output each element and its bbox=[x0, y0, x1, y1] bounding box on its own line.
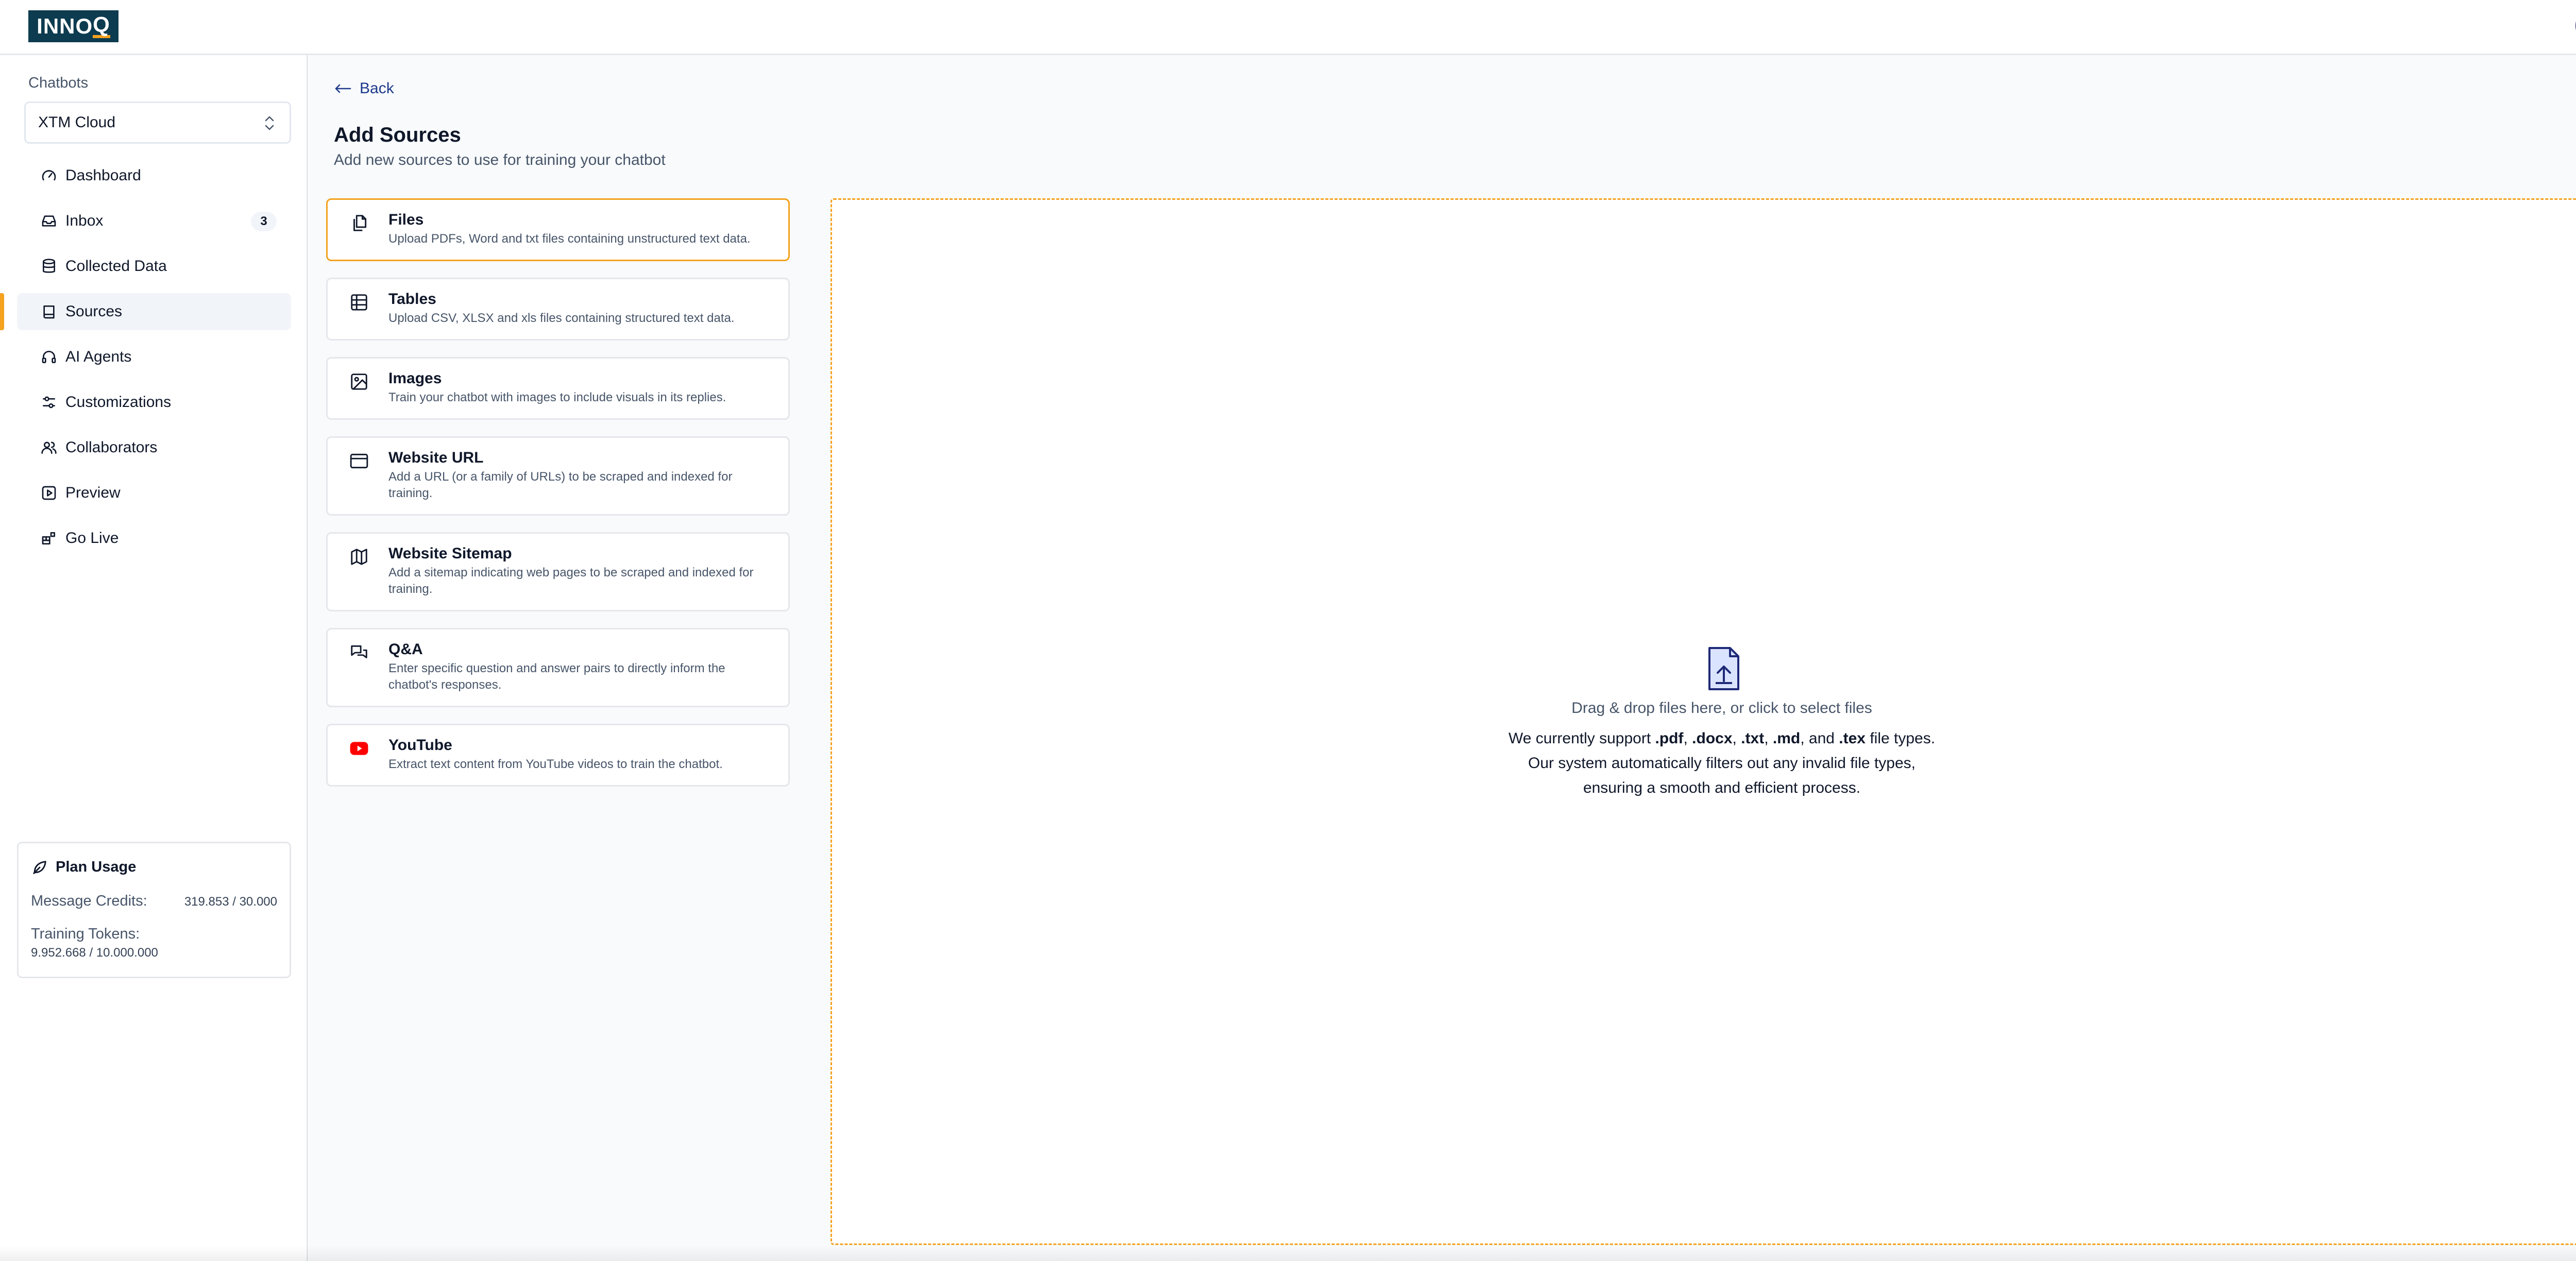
source-description: Add a sitemap indicating web pages to be… bbox=[388, 566, 754, 596]
sidebar-item-label: Collected Data bbox=[65, 258, 167, 275]
sidebar-item-label: Dashboard bbox=[65, 167, 141, 184]
bottom-shadow bbox=[0, 1246, 2576, 1261]
source-option-tables[interactable]: Tables Upload CSV, XLSX and xls files co… bbox=[326, 278, 790, 340]
process-info-line: ensuring a smooth and efficient process. bbox=[1583, 779, 1861, 796]
sidebar-item-ai-agents[interactable]: AI Agents bbox=[17, 338, 291, 376]
inbox-icon bbox=[42, 215, 56, 227]
inbox-count-badge: 3 bbox=[251, 212, 277, 231]
source-option-website-sitemap[interactable]: Website Sitemap Add a sitemap indicating… bbox=[326, 532, 790, 611]
message-credits-value: 319.853 / 30.000 bbox=[184, 895, 277, 909]
main-content: Back Add Sources Add new sources to use … bbox=[309, 55, 2576, 1261]
sidebar-item-label: Preview bbox=[65, 484, 121, 501]
ext-docx: .docx bbox=[1692, 730, 1733, 747]
sidebar-item-collaborators[interactable]: Collaborators bbox=[17, 429, 291, 466]
sidebar-item-label: Go Live bbox=[65, 530, 119, 547]
youtube-icon bbox=[350, 742, 368, 755]
innoq-logo[interactable]: INNO Q bbox=[28, 10, 118, 42]
chevron-up-down-icon bbox=[265, 116, 274, 130]
logo-text: INNO bbox=[37, 14, 93, 38]
support-prefix: We currently support bbox=[1508, 730, 1655, 747]
chatbot-select-value: XTM Cloud bbox=[38, 114, 116, 131]
sidebar-item-sources[interactable]: Sources bbox=[0, 293, 291, 330]
database-icon bbox=[43, 259, 55, 273]
sidebar: Chatbots XTM Cloud Dashboard Inbox 3 Col… bbox=[0, 55, 308, 1261]
source-description: Enter specific question and answer pairs… bbox=[388, 661, 725, 692]
ext-md: .md bbox=[1772, 730, 1801, 747]
sidebar-item-label: Collaborators bbox=[65, 439, 158, 456]
separator: , bbox=[1683, 730, 1692, 747]
sidebar-item-inbox[interactable]: Inbox 3 bbox=[17, 202, 291, 240]
back-label: Back bbox=[360, 80, 394, 97]
file-dropzone[interactable]: Drag & drop files here, or click to sele… bbox=[831, 198, 2576, 1245]
arrow-left-icon bbox=[335, 84, 351, 93]
headphones-icon bbox=[42, 351, 56, 363]
source-option-files[interactable]: Files Upload PDFs, Word and txt files co… bbox=[326, 198, 790, 261]
plan-usage-card: Plan Usage Message Credits: 319.853 / 30… bbox=[17, 842, 291, 978]
source-description: Add a URL (or a family of URLs) to be sc… bbox=[388, 470, 733, 500]
supported-types-line: We currently support .pdf, .docx, .txt , … bbox=[832, 726, 2576, 751]
separator: , and bbox=[1800, 730, 1839, 747]
page-subtitle: Add new sources to use for training your… bbox=[334, 151, 666, 168]
message-credits-label: Message Credits: bbox=[31, 893, 147, 909]
leaf-icon bbox=[33, 861, 46, 874]
sliders-icon bbox=[43, 396, 55, 408]
sidebar-item-collected-data[interactable]: Collected Data bbox=[17, 248, 291, 285]
files-icon bbox=[353, 215, 367, 231]
users-icon bbox=[41, 441, 57, 454]
chatbots-label: Chatbots bbox=[28, 75, 89, 91]
file-upload-icon bbox=[1708, 647, 1739, 690]
source-title: Website URL bbox=[388, 449, 484, 466]
sidebar-item-dashboard[interactable]: Dashboard bbox=[17, 157, 291, 194]
filter-info-line: Our system automatically filters out any… bbox=[1528, 755, 1916, 772]
sidebar-item-customizations[interactable]: Customizations bbox=[17, 384, 291, 421]
source-description: Extract text content from YouTube videos… bbox=[388, 757, 723, 771]
sidebar-item-label: Inbox bbox=[65, 212, 104, 229]
source-description: Upload PDFs, Word and txt files containi… bbox=[388, 232, 751, 246]
sidebar-item-label: Customizations bbox=[65, 394, 172, 411]
ext-tex: .tex bbox=[1839, 730, 1866, 747]
ext-pdf: .pdf bbox=[1655, 730, 1684, 747]
sidebar-item-go-live[interactable]: Go Live bbox=[17, 520, 291, 557]
logo-q: Q bbox=[93, 14, 110, 38]
support-suffix: file types. bbox=[1865, 730, 1936, 747]
source-title: Files bbox=[388, 211, 424, 228]
source-option-images[interactable]: Images Train your chatbot with images to… bbox=[326, 357, 790, 420]
page-title: Add Sources bbox=[334, 124, 461, 146]
dropzone-info: We currently support .pdf, .docx, .txt , … bbox=[832, 726, 2576, 800]
source-title: YouTube bbox=[388, 737, 452, 754]
sidebar-item-preview[interactable]: Preview bbox=[17, 474, 291, 512]
map-icon bbox=[351, 549, 367, 565]
training-tokens-label: Training Tokens: bbox=[31, 926, 140, 942]
source-title: Images bbox=[388, 370, 442, 387]
training-tokens-value: 9.952.668 / 10.000.000 bbox=[31, 946, 158, 960]
sidebar-nav: Dashboard Inbox 3 Collected Data Sources bbox=[0, 157, 291, 565]
separator: , bbox=[1764, 730, 1773, 747]
back-link[interactable]: Back bbox=[334, 80, 394, 97]
source-description: Upload CSV, XLSX and xls files containin… bbox=[388, 311, 735, 325]
source-option-youtube[interactable]: YouTube Extract text content from YouTub… bbox=[326, 724, 790, 787]
browser-icon bbox=[350, 453, 368, 469]
dropzone-prompt: Drag & drop files here, or click to sele… bbox=[1571, 700, 1872, 717]
sidebar-item-label: AI Agents bbox=[65, 348, 132, 365]
ext-txt: .txt bbox=[1741, 730, 1765, 747]
source-description: Train your chatbot with images to includ… bbox=[388, 390, 726, 404]
top-bar: INNOQ DB bbox=[0, 0, 2576, 55]
image-icon bbox=[351, 373, 367, 390]
chatbot-select[interactable]: XTM Cloud bbox=[24, 101, 291, 144]
book-icon bbox=[43, 305, 55, 319]
plan-usage-title: Plan Usage bbox=[56, 859, 137, 875]
gauge-icon bbox=[42, 170, 56, 181]
source-type-list: Files Upload PDFs, Word and txt files co… bbox=[326, 198, 790, 803]
source-option-website-url[interactable]: Website URL Add a URL (or a family of UR… bbox=[326, 436, 790, 516]
play-square-icon bbox=[42, 486, 56, 500]
sidebar-item-label: Sources bbox=[65, 303, 123, 320]
source-title: Website Sitemap bbox=[388, 545, 512, 562]
source-option-qa[interactable]: Q&A Enter specific question and answer p… bbox=[326, 628, 790, 707]
source-title: Tables bbox=[388, 291, 436, 308]
source-title: Q&A bbox=[388, 641, 423, 658]
blocks-icon bbox=[42, 532, 55, 544]
chat-bubbles-icon bbox=[351, 645, 367, 658]
separator: , bbox=[1732, 730, 1741, 747]
table-icon bbox=[351, 294, 367, 311]
